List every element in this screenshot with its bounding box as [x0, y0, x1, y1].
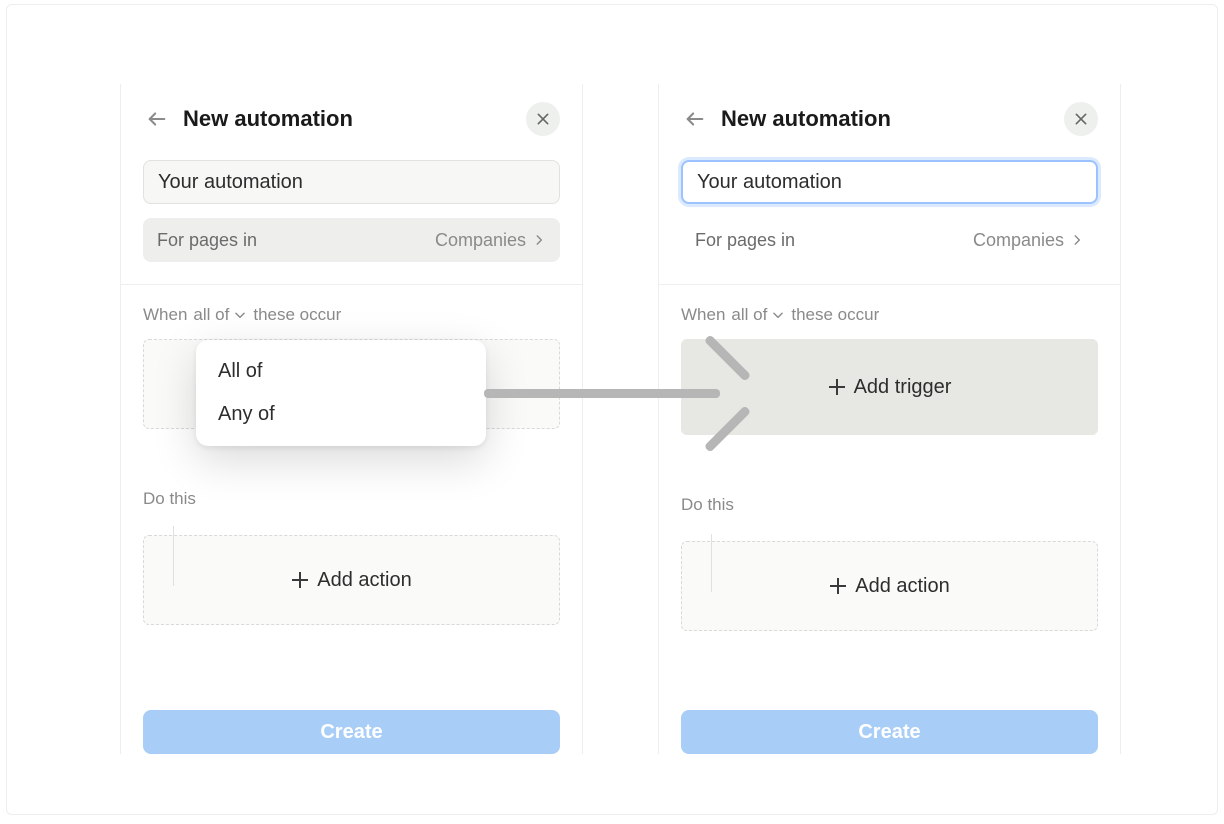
flow-connector-line [711, 534, 712, 592]
close-icon [1073, 111, 1089, 127]
do-this-label: Do this [681, 495, 1098, 515]
scope-label: For pages in [157, 230, 257, 251]
back-button[interactable] [681, 105, 709, 133]
add-trigger-label: Add trigger [854, 376, 952, 399]
create-button[interactable]: Create [143, 710, 560, 754]
when-prefix: When [681, 305, 725, 325]
arrow-shaft [484, 389, 720, 398]
add-action-box[interactable]: Add action [681, 541, 1098, 631]
back-button[interactable] [143, 105, 171, 133]
chevron-right-icon [532, 233, 546, 247]
close-button[interactable] [1064, 102, 1098, 136]
chevron-down-icon [771, 308, 785, 322]
do-this-label: Do this [143, 489, 560, 509]
transition-arrow [484, 378, 744, 410]
scope-value-text: Companies [435, 230, 526, 251]
when-condition-line: When all of these occur [143, 305, 560, 325]
close-button[interactable] [526, 102, 560, 136]
dropdown-option-all-of[interactable]: All of [196, 350, 486, 393]
when-mode-dropdown-trigger[interactable]: all of [193, 305, 247, 325]
arrow-left-icon [684, 108, 706, 130]
panel-title: New automation [721, 106, 1052, 132]
panel-header: New automation [121, 84, 582, 160]
add-action-box[interactable]: Add action [143, 535, 560, 625]
dropdown-option-any-of[interactable]: Any of [196, 393, 486, 436]
scope-value: Companies [973, 230, 1084, 251]
add-action-label: Add action [317, 569, 412, 592]
divider [659, 284, 1120, 285]
chevron-down-icon [233, 308, 247, 322]
panel-title: New automation [183, 106, 514, 132]
automation-name-input[interactable] [681, 160, 1098, 204]
scope-value-text: Companies [973, 230, 1064, 251]
close-icon [535, 111, 551, 127]
scope-value: Companies [435, 230, 546, 251]
arrow-left-icon [146, 108, 168, 130]
plus-icon [829, 577, 847, 595]
scope-selector[interactable]: For pages in Companies [143, 218, 560, 262]
when-suffix: these occur [253, 305, 341, 325]
plus-icon [828, 378, 846, 396]
automation-panel-after: New automation For pages in Companies Wh… [658, 84, 1121, 754]
when-condition-line: When all of these occur [681, 305, 1098, 325]
when-mode-dropdown-trigger[interactable]: all of [731, 305, 785, 325]
divider [121, 284, 582, 285]
panel-header: New automation [659, 84, 1120, 160]
scope-selector[interactable]: For pages in Companies [681, 218, 1098, 262]
scope-label: For pages in [695, 230, 795, 251]
automation-name-input[interactable] [143, 160, 560, 204]
when-mode-text: all of [193, 305, 229, 325]
when-prefix: When [143, 305, 187, 325]
flow-connector-line [173, 526, 174, 586]
add-action-label: Add action [855, 575, 950, 598]
plus-icon [291, 571, 309, 589]
when-suffix: these occur [791, 305, 879, 325]
chevron-right-icon [1070, 233, 1084, 247]
create-button[interactable]: Create [681, 710, 1098, 754]
when-mode-dropdown: All of Any of [196, 340, 486, 446]
when-mode-text: all of [731, 305, 767, 325]
